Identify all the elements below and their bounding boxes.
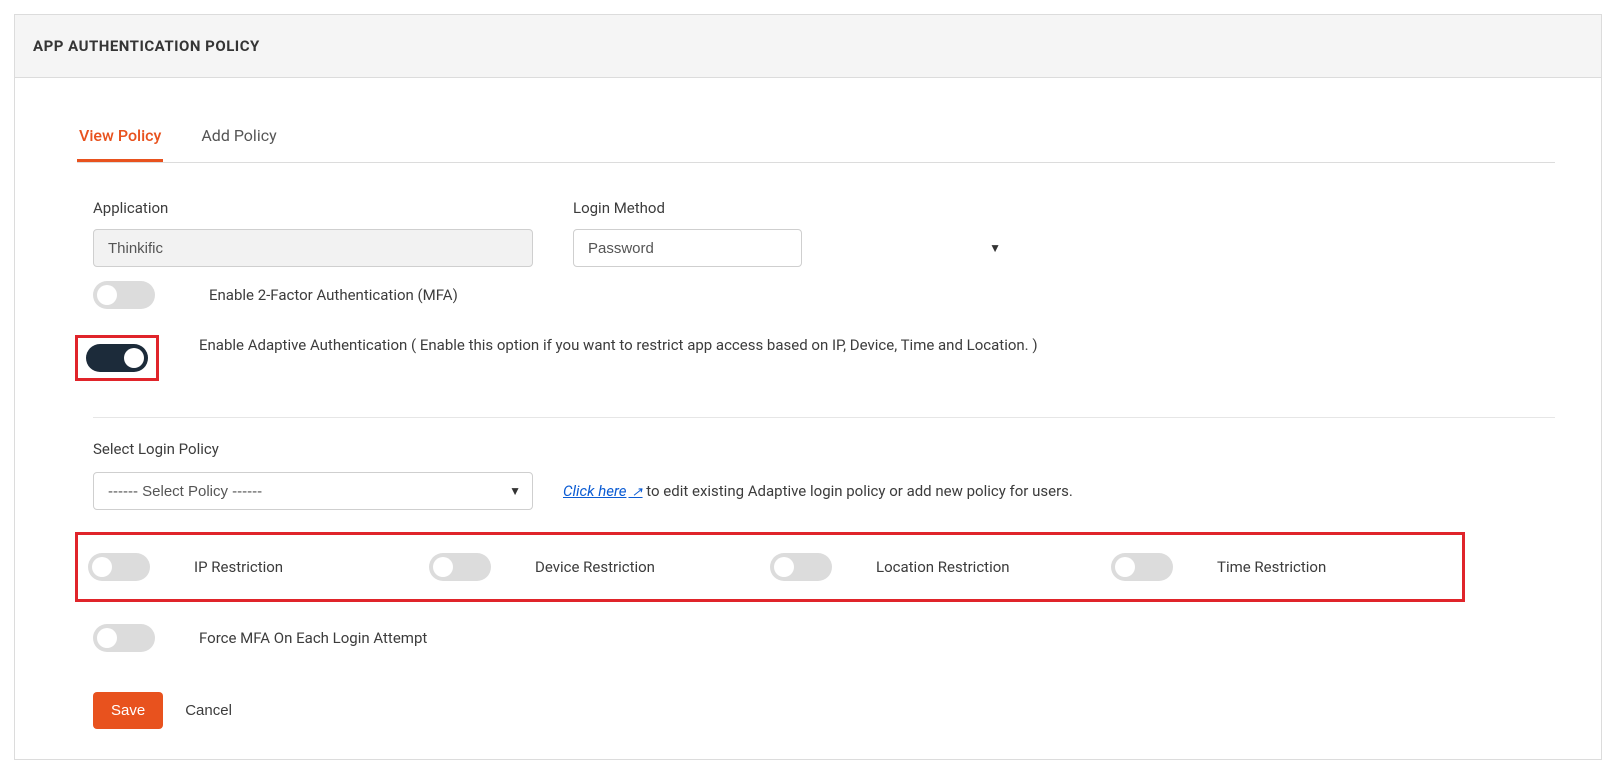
time-restriction-toggle[interactable] — [1111, 553, 1173, 581]
tab-add-policy[interactable]: Add Policy — [199, 118, 278, 162]
login-method-label: Login Method — [573, 199, 1013, 217]
force-mfa-label: Force MFA On Each Login Attempt — [199, 629, 427, 647]
login-method-select[interactable] — [573, 229, 802, 267]
application-field: Application — [93, 199, 533, 267]
auth-policy-panel: APP AUTHENTICATION POLICY View Policy Ad… — [14, 14, 1602, 760]
panel-title: APP AUTHENTICATION POLICY — [15, 15, 1601, 78]
location-restriction-toggle[interactable] — [770, 553, 832, 581]
mfa-toggle[interactable] — [93, 281, 155, 309]
ip-restriction-toggle[interactable] — [88, 553, 150, 581]
application-input[interactable] — [93, 229, 533, 267]
adaptive-toggle-label: Enable Adaptive Authentication ( Enable … — [199, 336, 1038, 354]
chevron-down-icon: ▼ — [989, 241, 1001, 255]
login-method-field: Login Method ▼ — [573, 199, 1013, 267]
force-mfa-toggle[interactable] — [93, 624, 155, 652]
device-restriction-toggle[interactable] — [429, 553, 491, 581]
tabs: View Policy Add Policy — [77, 118, 1555, 163]
select-login-policy-label: Select Login Policy — [93, 440, 1555, 458]
login-policy-select[interactable] — [93, 472, 533, 510]
adaptive-highlight — [75, 335, 159, 381]
external-link-icon: ↗ — [628, 485, 642, 500]
location-restriction-label: Location Restriction — [876, 558, 1010, 576]
device-restriction-label: Device Restriction — [535, 558, 655, 576]
application-label: Application — [93, 199, 533, 217]
save-button[interactable]: Save — [93, 692, 163, 729]
ip-restriction-label: IP Restriction — [194, 558, 283, 576]
mfa-toggle-label: Enable 2-Factor Authentication (MFA) — [209, 286, 458, 304]
restrictions-highlight: IP Restriction Device Restriction Locati… — [75, 532, 1465, 602]
cancel-button[interactable]: Cancel — [185, 702, 232, 719]
tab-view-policy[interactable]: View Policy — [77, 118, 163, 162]
time-restriction-label: Time Restriction — [1217, 558, 1326, 576]
click-here-link[interactable]: Click here ↗ — [563, 482, 643, 500]
adaptive-toggle[interactable] — [86, 344, 148, 372]
login-policy-hint: Click here ↗ to edit existing Adaptive l… — [563, 482, 1073, 500]
login-policy-hint-text: to edit existing Adaptive login policy o… — [643, 482, 1073, 500]
divider — [93, 417, 1555, 418]
